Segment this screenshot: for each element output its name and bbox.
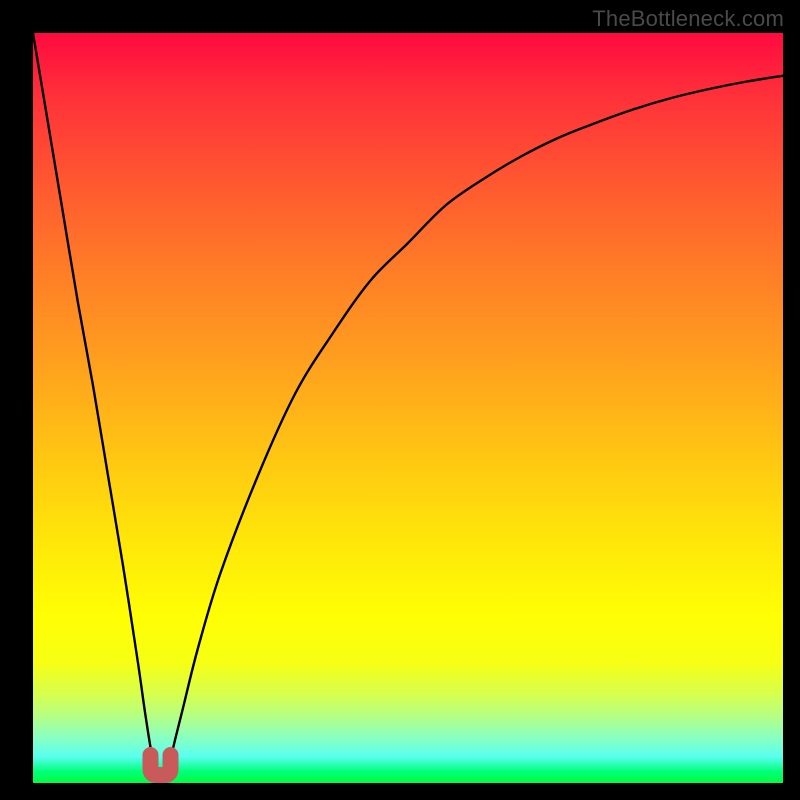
chart-frame: TheBottleneck.com [0,0,800,800]
plot-area [33,33,783,783]
curve-svg [33,33,783,783]
bottleneck-curve [33,33,783,783]
optimal-marker [151,755,171,775]
watermark-label: TheBottleneck.com [592,6,784,32]
